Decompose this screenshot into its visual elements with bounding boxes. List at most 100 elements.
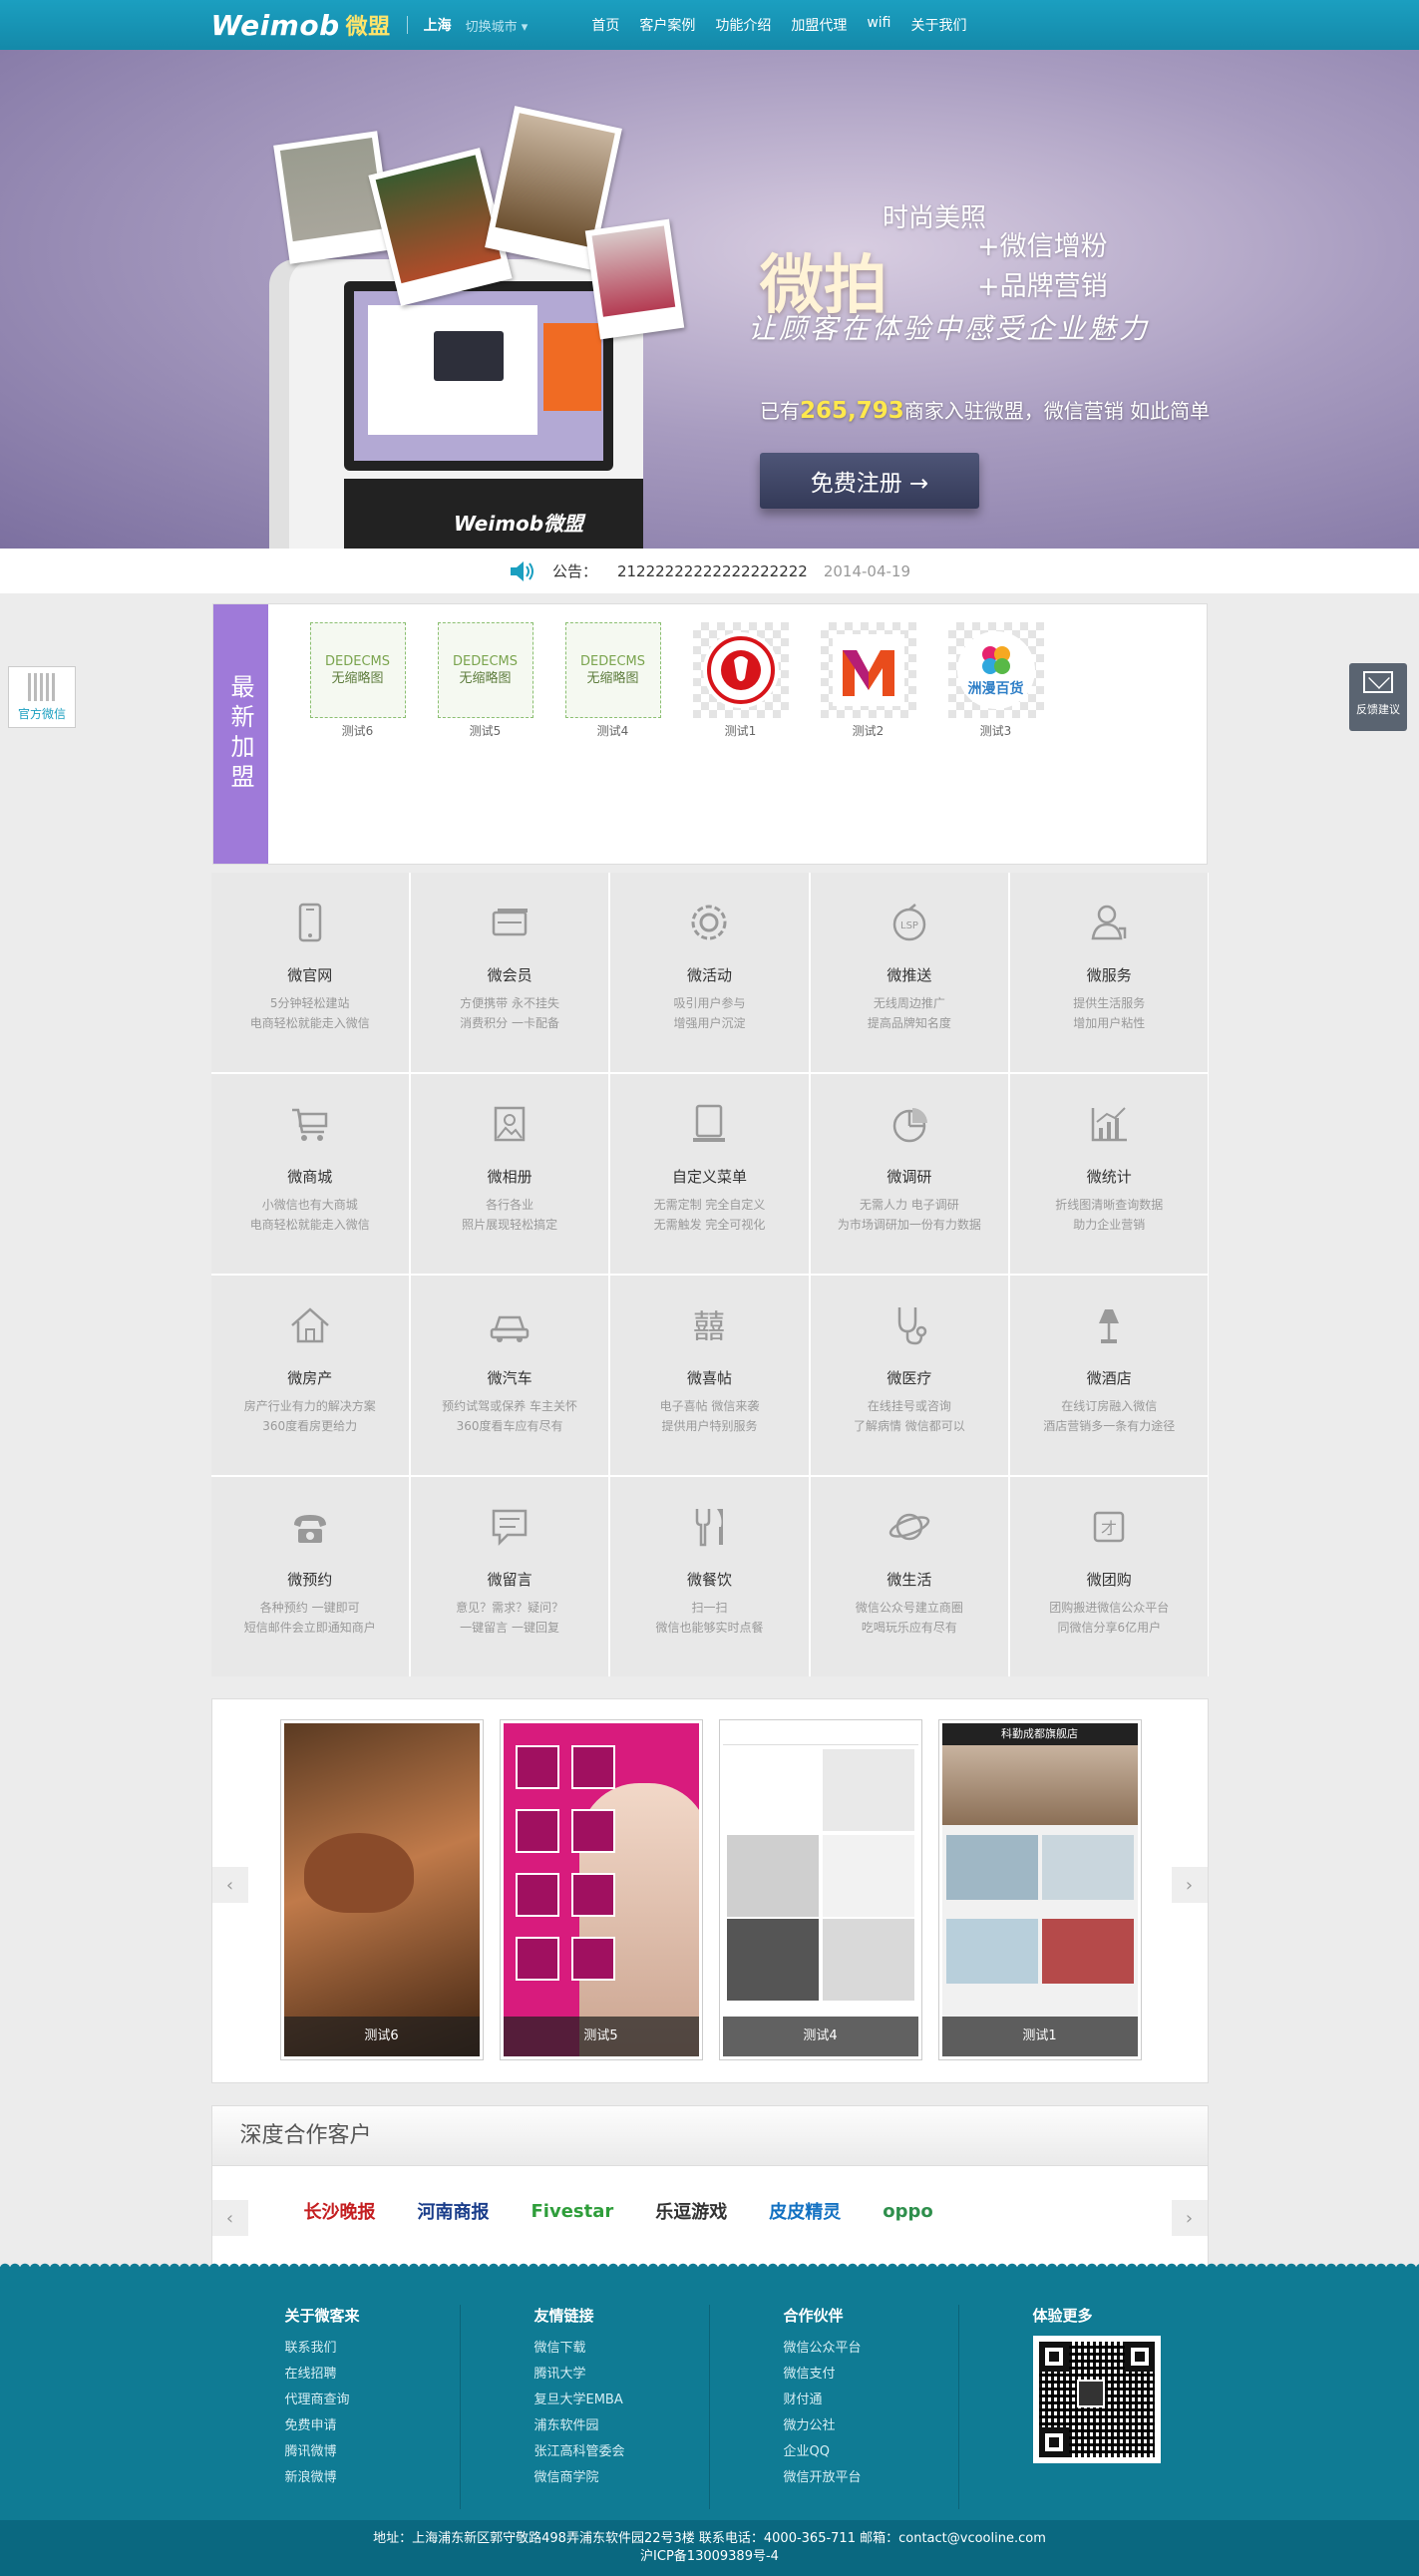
latest-joined-item[interactable]: 测试2: [820, 622, 916, 864]
feature-card[interactable]: 微预约各种预约 一键即可 短信邮件会立即通知商户: [210, 1477, 409, 1676]
footer-link[interactable]: 微信开放平台: [784, 2465, 958, 2491]
partner-logo[interactable]: 长沙晚报: [304, 2198, 376, 2224]
hero-banner[interactable]: Weimob微盟 时尚美照 微拍 +微信增粉 +品牌营销 让顾客在体验中感受企业…: [0, 50, 1419, 549]
feature-description: 各种预约 一键即可 短信邮件会立即通知商户: [243, 1601, 376, 1635]
city-switch-link[interactable]: 切换城市 ▾: [466, 16, 529, 35]
feature-card[interactable]: 微房产 房产行业有力的解决方案 360度看房更给力: [210, 1276, 409, 1475]
feature-card[interactable]: 微官网 5分钟轻松建站 电商轻松就能走入微信: [210, 873, 409, 1072]
cases-next-button[interactable]: ›: [1171, 1867, 1208, 1903]
feature-card[interactable]: 微会员 方便携带 永不挂失 消费积分 一卡配备: [410, 873, 609, 1072]
feature-card[interactable]: 微调研 无需人力 电子调研 为市场调研加一份有力数据: [810, 1074, 1009, 1274]
feature-card[interactable]: 自定义菜单 无需定制 完全自定义 无需触发 完全可视化: [610, 1074, 809, 1274]
latest-joined-item[interactable]: 测试1: [692, 622, 789, 864]
nav-customer-cases[interactable]: 客户案例: [639, 15, 695, 35]
feature-card[interactable]: 微酒店 在线订房融入微信 酒店营销多一条有力途径: [1010, 1276, 1209, 1475]
feature-card[interactable]: 微商城 小微信也有大商城 电商轻松就能走入微信: [210, 1074, 409, 1274]
feature-description: 无需人力 电子调研 为市场调研加一份有力数据: [837, 1198, 981, 1232]
case-card[interactable]: 科勤成都旗舰店 测试1: [937, 1719, 1142, 2060]
latest-joined-name: 测试4: [596, 724, 629, 738]
partners-next-button[interactable]: ›: [1171, 2200, 1208, 2236]
feature-description: 折线图清晰查询数据 助力企业营销: [1055, 1198, 1164, 1232]
footer-link[interactable]: 张江高科管委会: [534, 2439, 709, 2465]
main-nav: 首页 客户案例 功能介绍 加盟代理 wifi 关于我们: [591, 15, 966, 35]
partner-logo[interactable]: 河南商报: [418, 2198, 490, 2224]
house-icon: [290, 1307, 329, 1343]
footer-link[interactable]: 代理商查询: [285, 2388, 460, 2413]
footer-link[interactable]: 在线招聘: [285, 2362, 460, 2388]
partners-prev-button[interactable]: ‹: [211, 2200, 248, 2236]
case-card[interactable]: 测试6: [279, 1719, 484, 2060]
feedback-float[interactable]: 反馈建议: [1349, 663, 1407, 731]
partner-logo[interactable]: Fivestar: [532, 2201, 614, 2222]
latest-joined-item[interactable]: DEDECMS 无缩略图 测试6: [309, 622, 406, 864]
official-wechat-float[interactable]: 官方微信: [8, 666, 76, 728]
footer-link[interactable]: 联系我们: [285, 2336, 460, 2362]
merchant-logo: 洲漫百货: [947, 622, 1044, 718]
partner-logo[interactable]: 乐逗游戏: [655, 2198, 727, 2224]
feature-card[interactable]: 微统计 折线图清晰查询数据 助力企业营销: [1010, 1074, 1209, 1274]
footer-link[interactable]: 腾讯微博: [285, 2439, 460, 2465]
latest-joined-tab: 最新加盟: [212, 604, 268, 864]
feature-card[interactable]: 才微团购 团购搬进微信公众平台 同微信分享6亿用户: [1010, 1477, 1209, 1676]
footer-link[interactable]: 微信商学院: [534, 2465, 709, 2491]
feature-card[interactable]: 微餐饮 扫一扫 微信也能够实时点餐: [610, 1477, 809, 1676]
no-thumbnail-image: DEDECMS 无缩略图: [309, 622, 406, 718]
feature-description: 无线周边推广 提高品牌知名度: [867, 996, 951, 1030]
feature-card[interactable]: 微留言 意见？需求？疑问？ 一键留言 一键回复: [410, 1477, 609, 1676]
announcement-link[interactable]: 21222222222222222222: [617, 562, 808, 580]
feature-description: 无需定制 完全自定义 无需触发 完全可视化: [653, 1198, 766, 1232]
footer-link[interactable]: 微力公社: [784, 2413, 958, 2439]
nav-home[interactable]: 首页: [591, 15, 619, 35]
footer-column-more: 体验更多: [959, 2305, 1209, 2509]
gear-icon: [691, 905, 727, 940]
wechat-qr-code: [1032, 2336, 1161, 2463]
announcement-bar: 公告： 21222222222222222222 2014-04-19: [0, 549, 1419, 593]
partner-logo[interactable]: 皮皮精灵: [769, 2198, 841, 2224]
nav-wifi[interactable]: wifi: [867, 15, 890, 35]
customer-cases-carousel: ‹ › 测试6 测试5 测试4 科勤成都旗舰店 测试1: [210, 1698, 1209, 2083]
footer-link[interactable]: 腾讯大学: [534, 2362, 709, 2388]
site-logo[interactable]: Weimob 微盟: [211, 9, 391, 42]
free-register-button[interactable]: 免费注册 →: [760, 453, 979, 509]
feature-card[interactable]: LSP 微推送 无线周边推广 提高品牌知名度: [810, 873, 1009, 1072]
banner-feature-line: +品牌营销: [977, 271, 1108, 302]
cases-prev-button[interactable]: ‹: [211, 1867, 248, 1903]
feature-description: 扫一扫 微信也能够实时点餐: [655, 1601, 764, 1635]
red-circle-logo-icon: [702, 632, 779, 708]
nav-about[interactable]: 关于我们: [911, 15, 967, 35]
latest-joined-item[interactable]: DEDECMS 无缩略图 测试4: [564, 622, 661, 864]
footer-link[interactable]: 复旦大学EMBA: [534, 2388, 709, 2413]
feature-card[interactable]: 微服务 提供生活服务 增加用户粘性: [1010, 873, 1209, 1072]
feature-card[interactable]: 微生活 微信公众号建立商圈 吃喝玩乐应有尽有: [810, 1477, 1009, 1676]
city-switch-label: 切换城市: [465, 19, 518, 35]
feature-card[interactable]: 微汽车 预约试驾或保养 车主关怀 360度看车应有尽有: [410, 1276, 609, 1475]
latest-joined-item[interactable]: 洲漫百货 测试3: [947, 622, 1044, 864]
footer-link[interactable]: 微信公众平台: [784, 2336, 958, 2362]
feature-card[interactable]: 囍微喜帖 电子喜帖 微信来袭 提供用户特别服务: [610, 1276, 809, 1475]
feature-card[interactable]: 微相册 各行各业 照片展现轻松搞定: [410, 1074, 609, 1274]
feature-card[interactable]: 微医疗 在线挂号或咨询 了解病情 微信都可以: [810, 1276, 1009, 1475]
latest-joined-item[interactable]: DEDECMS 无缩略图 测试5: [437, 622, 533, 864]
chart-icon: [1092, 1107, 1128, 1142]
latest-joined-panel: 最新加盟 DEDECMS 无缩略图 测试6 DEDECMS 无缩略图 测试5 D…: [211, 603, 1208, 865]
nav-franchise[interactable]: 加盟代理: [791, 15, 847, 35]
feature-title: 微商城: [287, 1168, 333, 1186]
case-card[interactable]: 测试5: [499, 1719, 703, 2060]
partners-title: 深度合作客户: [211, 2106, 1208, 2166]
footer-link[interactable]: 企业QQ: [784, 2439, 958, 2465]
message-icon: [492, 1509, 528, 1547]
footer-link[interactable]: 财付通: [784, 2388, 958, 2413]
footer-link[interactable]: 微信下载: [534, 2336, 709, 2362]
case-card[interactable]: 测试4: [718, 1719, 922, 2060]
feature-grid: 微官网 5分钟轻松建站 电商轻松就能走入微信 微会员 方便携带 永不挂失 消费积分 一卡配…: [210, 873, 1209, 1676]
feature-card[interactable]: 微活动 吸引用户参与 增强用户沉淀: [610, 873, 809, 1072]
feature-title: 微相册: [487, 1168, 532, 1186]
footer-link[interactable]: 微信支付: [784, 2362, 958, 2388]
footer-link[interactable]: 免费申请: [285, 2413, 460, 2439]
partner-logo[interactable]: oppo: [883, 2201, 933, 2222]
feature-title: 微预约: [287, 1571, 333, 1589]
nav-features[interactable]: 功能介绍: [715, 15, 771, 35]
footer-link[interactable]: 浦东软件园: [534, 2413, 709, 2439]
case-screenshot: 测试4: [722, 1723, 918, 2056]
footer-link[interactable]: 新浪微博: [285, 2465, 460, 2491]
